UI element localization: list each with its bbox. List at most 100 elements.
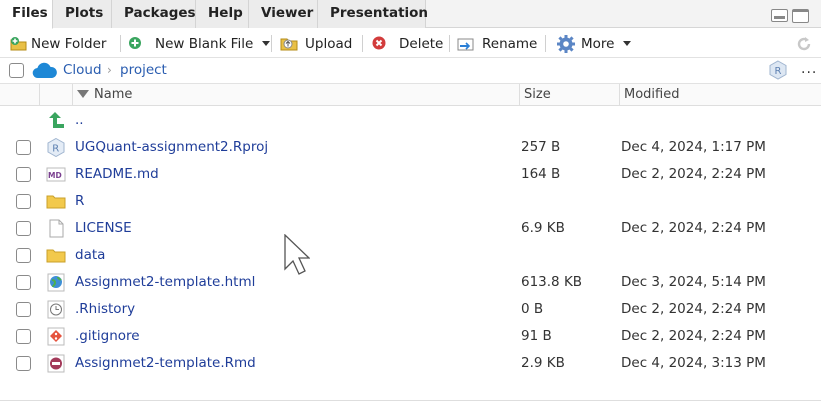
file-name-link[interactable]: UGQuant-assignment2.Rproj [75, 139, 268, 155]
more-options-button[interactable]: ... [801, 61, 817, 77]
rename-icon [457, 36, 474, 52]
gear-icon [556, 34, 576, 54]
toolbar-separator [545, 35, 546, 52]
breadcrumb: Cloud › project R ... [0, 58, 821, 84]
rproj-icon: R [46, 137, 66, 158]
header-modified-label: Modified [624, 87, 680, 102]
file-size: 91 B [521, 328, 552, 344]
header-name-label: Name [94, 87, 133, 102]
file-name-link[interactable]: R [75, 193, 84, 209]
sort-descending-icon [77, 90, 89, 98]
cloud-icon [32, 62, 58, 83]
new-blank-file-button[interactable]: New Blank File [128, 33, 271, 54]
rename-button[interactable]: Rename [457, 33, 537, 54]
git-icon [46, 327, 66, 346]
file-name-link[interactable]: Assignmet2-template.html [75, 274, 255, 290]
table-row[interactable]: Assignmet2-template.html 613.8 KB Dec 3,… [0, 269, 821, 296]
table-row[interactable]: MD README.md 164 B Dec 2, 2024, 2:24 PM [0, 161, 821, 188]
row-checkbox[interactable] [16, 221, 31, 236]
maximize-pane-button[interactable] [792, 9, 809, 23]
pane-tab-bar: Files Plots Packages Help Viewer Present… [0, 0, 821, 29]
new-folder-label: New Folder [31, 35, 107, 52]
new-folder-button[interactable]: New Folder [10, 33, 106, 54]
header-size[interactable]: Size [519, 84, 619, 106]
file-name-link[interactable]: Assignmet2-template.Rmd [75, 355, 256, 371]
new-blank-file-label: New Blank File [155, 35, 254, 52]
more-menu-button[interactable]: More [556, 33, 632, 54]
row-checkbox[interactable] [16, 248, 31, 263]
upload-label: Upload [305, 35, 353, 52]
table-row[interactable]: .Rhistory 0 B Dec 2, 2024, 2:24 PM [0, 296, 821, 323]
toolbar-separator [271, 35, 272, 52]
refresh-button[interactable] [795, 33, 813, 54]
row-checkbox[interactable] [16, 140, 31, 155]
chevron-down-icon [623, 41, 632, 46]
file-list-header: Name Size Modified [0, 84, 821, 106]
file-size: 6.9 KB [521, 220, 565, 236]
file-name-link[interactable]: .Rhistory [75, 301, 135, 317]
file-modified: Dec 3, 2024, 5:14 PM [621, 274, 766, 290]
table-row[interactable]: LICENSE 6.9 KB Dec 2, 2024, 2:24 PM [0, 215, 821, 242]
row-checkbox[interactable] [16, 302, 31, 317]
upload-icon [280, 36, 298, 52]
file-modified: Dec 2, 2024, 2:24 PM [621, 301, 766, 317]
table-row[interactable]: .. [0, 107, 821, 134]
mouse-cursor-icon [284, 233, 311, 280]
header-modified[interactable]: Modified [619, 84, 821, 106]
file-name-link[interactable]: LICENSE [75, 220, 132, 236]
breadcrumb-project-link[interactable]: project [120, 62, 167, 78]
up-arrow-icon [46, 111, 66, 130]
svg-text:R: R [775, 66, 782, 77]
svg-text:R: R [52, 144, 59, 155]
breadcrumb-cloud-link[interactable]: Cloud [63, 62, 102, 78]
header-size-label: Size [524, 87, 551, 102]
file-modified: Dec 4, 2024, 3:13 PM [621, 355, 766, 371]
header-name[interactable]: Name [72, 84, 519, 106]
chevron-right-icon: › [107, 63, 112, 77]
row-checkbox[interactable] [16, 194, 31, 209]
file-name-link[interactable]: .gitignore [75, 328, 140, 344]
folder-icon [46, 246, 66, 265]
tab-plots[interactable]: Plots [53, 0, 112, 28]
delete-button[interactable]: Delete [372, 33, 443, 54]
table-row[interactable]: R UGQuant-assignment2.Rproj 257 B Dec 4,… [0, 134, 821, 161]
svg-text:MD: MD [48, 171, 62, 180]
file-modified: Dec 2, 2024, 2:24 PM [621, 220, 766, 236]
more-label: More [581, 35, 615, 52]
tab-presentation[interactable]: Presentation [318, 0, 428, 28]
minimize-pane-button[interactable] [771, 9, 788, 22]
select-all-checkbox[interactable] [9, 63, 24, 78]
file-modified: Dec 2, 2024, 2:24 PM [621, 166, 766, 182]
file-modified: Dec 2, 2024, 2:24 PM [621, 328, 766, 344]
chevron-down-icon [262, 41, 271, 46]
file-name-link[interactable]: data [75, 247, 105, 263]
file-name-link[interactable]: .. [75, 112, 84, 128]
tab-files[interactable]: Files [0, 0, 53, 29]
row-checkbox[interactable] [16, 167, 31, 182]
header-icon-column [39, 84, 72, 106]
history-icon [46, 300, 66, 319]
row-checkbox[interactable] [16, 329, 31, 344]
files-toolbar: New Folder New Blank File Upload Delete … [0, 29, 821, 58]
row-checkbox[interactable] [16, 275, 31, 290]
table-row[interactable]: Assignmet2-template.Rmd 2.9 KB Dec 4, 20… [0, 350, 821, 377]
rmd-icon [46, 354, 66, 373]
tab-viewer[interactable]: Viewer [249, 0, 318, 28]
markdown-icon: MD [46, 165, 66, 184]
text-file-icon [46, 219, 66, 238]
folder-icon [46, 192, 66, 211]
tab-packages[interactable]: Packages [112, 0, 196, 28]
file-modified: Dec 4, 2024, 1:17 PM [621, 139, 766, 155]
tab-help[interactable]: Help [196, 0, 249, 28]
refresh-icon [795, 35, 813, 53]
delete-label: Delete [399, 35, 444, 52]
upload-button[interactable]: Upload [280, 33, 352, 54]
table-row[interactable]: R [0, 188, 821, 215]
go-to-project-icon[interactable]: R [768, 60, 788, 80]
table-row[interactable]: .gitignore 91 B Dec 2, 2024, 2:24 PM [0, 323, 821, 350]
file-name-link[interactable]: README.md [75, 166, 159, 182]
add-file-icon [128, 36, 144, 52]
toolbar-separator [449, 35, 450, 52]
row-checkbox[interactable] [16, 356, 31, 371]
table-row[interactable]: data [0, 242, 821, 269]
